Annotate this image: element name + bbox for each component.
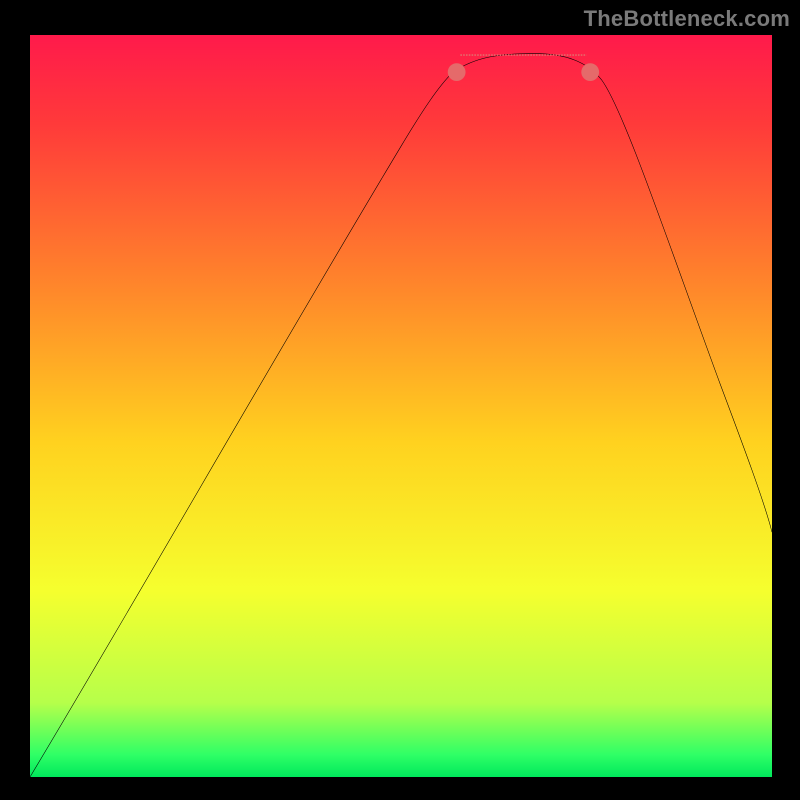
watermark-text: TheBottleneck.com <box>584 6 790 32</box>
plot-area <box>30 35 772 777</box>
chart-svg <box>30 35 772 777</box>
acceptable-end-marker <box>581 63 599 81</box>
figure-root: TheBottleneck.com <box>0 0 800 800</box>
acceptable-start-marker <box>448 63 466 81</box>
